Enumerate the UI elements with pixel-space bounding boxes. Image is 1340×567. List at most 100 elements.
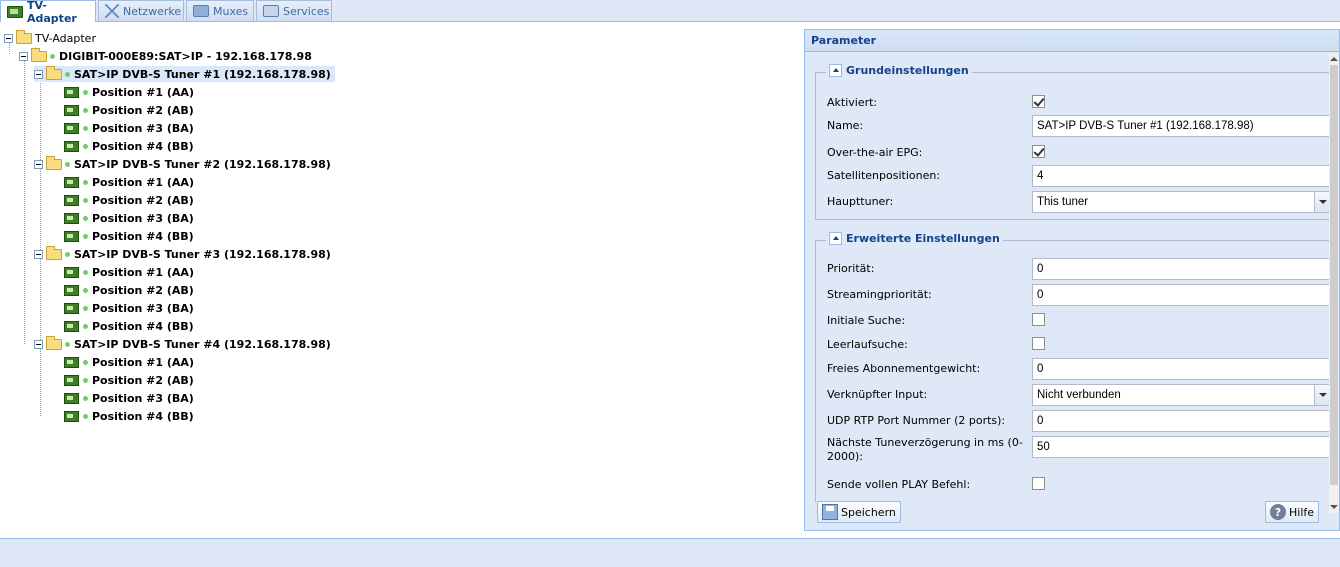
tree-position[interactable]: Position #3 (BA) <box>64 210 194 226</box>
tunedelay-label: Nächste Tuneverzögerung in ms (0-2000): <box>827 436 1023 463</box>
collapse-icon[interactable] <box>34 339 43 349</box>
tree-position[interactable]: Position #4 (BB) <box>64 228 194 244</box>
tree-position[interactable]: Position #2 (AB) <box>64 192 194 208</box>
help-button[interactable]: ? Hilfe <box>1265 501 1320 523</box>
fullplay-checkbox[interactable] <box>1032 477 1045 490</box>
tab-services[interactable]: Services <box>256 0 332 21</box>
tree-position-label: Position #1 (AA) <box>92 265 194 279</box>
tab-netzwerke[interactable]: Netzwerke <box>98 0 184 21</box>
initscan-checkbox[interactable] <box>1032 313 1045 326</box>
collapse-icon[interactable] <box>34 69 43 79</box>
row-priority: Priorität: 0 <box>816 258 1334 280</box>
panel-scrollbar[interactable] <box>1329 53 1339 513</box>
tree-position[interactable]: Position #2 (AB) <box>64 102 194 118</box>
folder-icon <box>46 335 62 350</box>
tree-position[interactable]: Position #4 (BB) <box>64 318 194 334</box>
tree-position[interactable]: Position #3 (BA) <box>64 390 194 406</box>
status-dot-icon <box>83 107 88 113</box>
status-dot-icon <box>83 197 88 203</box>
tree-position[interactable]: Position #3 (BA) <box>64 300 194 316</box>
udp-field[interactable]: 0 <box>1032 410 1332 432</box>
tree-tuner-3[interactable]: SAT>IP DVB-S Tuner #3 (192.168.178.98) <box>34 245 331 262</box>
enabled-checkbox[interactable] <box>1032 95 1045 108</box>
priority-field[interactable]: 0 <box>1032 258 1332 280</box>
tuner-card-icon <box>64 266 79 278</box>
collapse-icon[interactable] <box>4 33 13 43</box>
tree-position[interactable]: Position #4 (BB) <box>64 138 194 154</box>
status-dot-icon <box>65 71 70 77</box>
tv-adapter-icon <box>7 5 23 18</box>
status-dot-icon <box>83 179 88 185</box>
tree-tuner-2[interactable]: SAT>IP DVB-S Tuner #2 (192.168.178.98) <box>34 155 331 172</box>
tree-position-label: Position #2 (AB) <box>92 283 194 297</box>
tree-position[interactable]: Position #2 (AB) <box>64 282 194 298</box>
row-tunedelay: Nächste Tuneverzögerung in ms (0-2000): … <box>816 436 1334 466</box>
linked-select[interactable]: Nicht verbunden <box>1032 384 1332 406</box>
tree-root[interactable]: TV-Adapter <box>4 29 96 46</box>
folder-icon <box>46 65 62 80</box>
status-dot-icon <box>83 125 88 131</box>
tree-position-label: Position #3 (BA) <box>92 391 194 405</box>
tree-position[interactable]: Position #1 (AA) <box>64 354 194 370</box>
tunedelay-field[interactable]: 50 <box>1032 436 1332 458</box>
save-button[interactable]: Speichern <box>817 501 901 523</box>
master-select[interactable]: This tuner <box>1032 191 1332 213</box>
status-dot-icon <box>83 305 88 311</box>
tree-position-label: Position #4 (BB) <box>92 229 194 243</box>
folder-icon <box>16 29 32 44</box>
parameter-panel: Parameter Grundeinstellungen Aktiviert: … <box>804 29 1340 531</box>
status-dot-icon <box>65 161 70 167</box>
folder-icon <box>46 245 62 260</box>
collapse-icon[interactable] <box>34 159 43 169</box>
basic-settings-fieldset: Grundeinstellungen Aktiviert: Name: SAT>… <box>815 64 1334 220</box>
udp-label: UDP RTP Port Nummer (2 ports): <box>827 414 1006 427</box>
tree-tuner-4[interactable]: SAT>IP DVB-S Tuner #4 (192.168.178.98) <box>34 335 331 352</box>
fullplay-label: Sende vollen PLAY Befehl: <box>827 478 971 491</box>
name-field[interactable]: SAT>IP DVB-S Tuner #1 (192.168.178.98) <box>1032 115 1332 137</box>
advanced-settings-legend[interactable]: Erweiterte Einstellungen <box>826 232 1003 245</box>
tree-position[interactable]: Position #2 (AB) <box>64 372 194 388</box>
help-button-label: Hilfe <box>1289 505 1315 519</box>
tab-muxes[interactable]: Muxes <box>186 0 254 21</box>
collapse-icon[interactable] <box>829 232 842 245</box>
tree-position[interactable]: Position #1 (AA) <box>64 174 194 190</box>
idlescan-checkbox[interactable] <box>1032 337 1045 350</box>
tuner-card-icon <box>64 86 79 98</box>
satpos-field[interactable]: 4 <box>1032 165 1332 187</box>
collapse-icon[interactable] <box>829 64 842 77</box>
scroll-thumb[interactable] <box>1330 65 1338 485</box>
tuner-card-icon <box>64 176 79 188</box>
streampriority-field[interactable]: 0 <box>1032 284 1332 306</box>
collapse-icon[interactable] <box>34 249 43 259</box>
scroll-down-icon[interactable] <box>1330 505 1338 509</box>
tree-position[interactable]: Position #1 (AA) <box>64 84 194 100</box>
enabled-label: Aktiviert: <box>827 96 878 109</box>
row-streampriority: Streamingpriorität: 0 <box>816 284 1334 306</box>
row-udp: UDP RTP Port Nummer (2 ports): 0 <box>816 410 1334 432</box>
epg-checkbox[interactable] <box>1032 145 1045 158</box>
tree-position[interactable]: Position #3 (BA) <box>64 120 194 136</box>
scroll-up-icon[interactable] <box>1330 57 1338 61</box>
tree-position[interactable]: Position #1 (AA) <box>64 264 194 280</box>
tuner-card-icon <box>64 230 79 242</box>
help-icon: ? <box>1270 504 1286 520</box>
satpos-label: Satellitenpositionen: <box>827 169 941 182</box>
tab-tv-adapter[interactable]: TV-Adapter <box>0 0 96 25</box>
tree-position-label: Position #2 (AB) <box>92 373 194 387</box>
tree-tuner-label: SAT>IP DVB-S Tuner #2 (192.168.178.98) <box>74 157 331 171</box>
collapse-icon[interactable] <box>19 51 28 61</box>
save-button-label: Speichern <box>841 505 896 519</box>
tree-tuner-1[interactable]: SAT>IP DVB-S Tuner #1 (192.168.178.98) <box>34 65 335 82</box>
freeweight-label: Freies Abonnementgewicht: <box>827 362 981 375</box>
tree-position-label: Position #4 (BB) <box>92 319 194 333</box>
tree-device[interactable]: DIGIBIT-000E89:SAT>IP - 192.168.178.98 <box>19 47 312 64</box>
tree-tuner-label: SAT>IP DVB-S Tuner #3 (192.168.178.98) <box>74 247 331 261</box>
row-fullplay: Sende vollen PLAY Befehl: <box>816 474 1334 496</box>
row-satpos: Satellitenpositionen: 4 <box>816 165 1334 187</box>
basic-settings-legend[interactable]: Grundeinstellungen <box>826 64 972 77</box>
row-freeweight: Freies Abonnementgewicht: 0 <box>816 358 1334 380</box>
tuner-card-icon <box>64 122 79 134</box>
status-dot-icon <box>83 215 88 221</box>
tree-position[interactable]: Position #4 (BB) <box>64 408 194 424</box>
freeweight-field[interactable]: 0 <box>1032 358 1332 380</box>
